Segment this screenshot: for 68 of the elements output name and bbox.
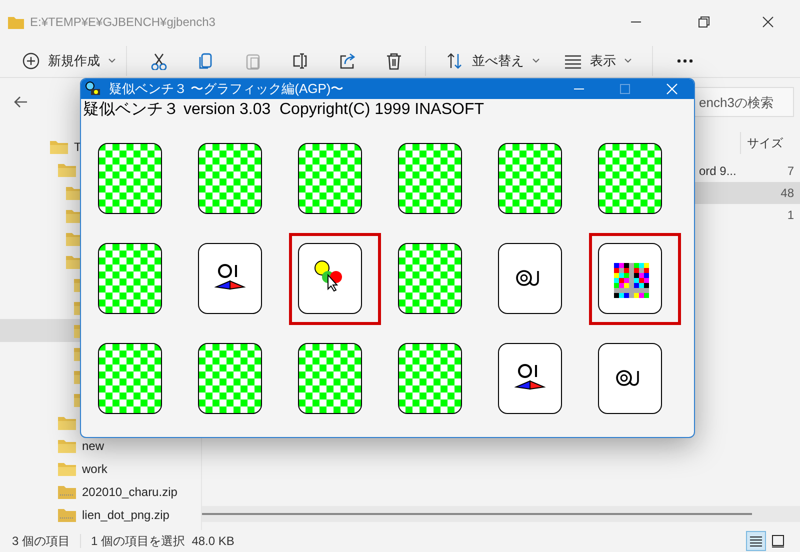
face-down-card[interactable] <box>298 142 362 214</box>
tree-item-label[interactable]: new <box>82 436 104 454</box>
scrollbar-thumb[interactable] <box>202 513 752 515</box>
sort-icon <box>446 52 464 70</box>
scissors-icon[interactable] <box>150 52 168 70</box>
square-icon <box>771 534 785 548</box>
tree-item[interactable]: lien_dot_png.zip <box>0 503 201 526</box>
caret-icon <box>108 58 116 63</box>
file-size: 7 <box>787 163 794 180</box>
rings-card[interactable] <box>598 342 662 414</box>
folder-icon <box>50 140 68 154</box>
caret-icon <box>624 58 632 63</box>
sort-button[interactable]: 並べ替え <box>444 46 542 76</box>
folder-icon <box>8 16 24 28</box>
zip-folder-icon <box>58 484 76 498</box>
back-arrow-icon[interactable] <box>14 96 28 108</box>
tree-item-label[interactable]: lien_dot_png.zip <box>82 506 170 524</box>
close-icon[interactable] <box>762 16 774 28</box>
selection-info: 1 個の項目を選択 48.0 KB <box>91 533 234 550</box>
tree-item-label[interactable]: work <box>82 460 108 478</box>
trash-icon[interactable] <box>384 52 402 70</box>
face-down-card[interactable] <box>98 142 162 214</box>
rename-icon[interactable] <box>290 52 308 70</box>
face-down-card[interactable] <box>198 142 262 214</box>
new-button[interactable]: 新規作成 <box>20 46 118 76</box>
balloon-card[interactable] <box>298 242 362 314</box>
version-text: 疑似ベンチ３ version 3.03 Copyright(C) 1999 INASOFT <box>82 100 486 120</box>
window-title: 疑似ベンチ３ 〜グラフィック編(AGP)〜 <box>109 80 344 98</box>
share-icon[interactable] <box>338 52 356 70</box>
item-count: 3 個の項目 <box>12 533 70 550</box>
face-down-card[interactable] <box>398 342 462 414</box>
tree-item-label[interactable]: 202010_charu.zip <box>82 482 178 500</box>
folder-icon <box>58 162 76 176</box>
tree-item-label[interactable]: T <box>74 138 82 156</box>
tree-item[interactable]: T <box>0 135 201 158</box>
face-down-card[interactable] <box>498 142 562 214</box>
bowtie-card[interactable] <box>498 342 562 414</box>
file-name: ord 9... <box>699 163 736 180</box>
window-title: E:¥TEMP¥E¥GJBENCH¥gjbench3 <box>30 14 216 31</box>
folder-icon <box>58 416 76 430</box>
list-icon <box>749 534 763 548</box>
maximize-icon <box>620 84 630 94</box>
face-down-card[interactable] <box>98 342 162 414</box>
face-down-card[interactable] <box>398 242 462 314</box>
app-icon <box>85 80 101 97</box>
face-down-card[interactable] <box>98 242 162 314</box>
tree-item[interactable]: work <box>0 457 201 480</box>
folder-icon <box>58 438 76 452</box>
file-size: 48 <box>780 185 794 202</box>
plus-icon <box>22 52 40 70</box>
tree-item[interactable]: new <box>0 434 201 457</box>
details-view-button[interactable] <box>746 531 766 551</box>
view-button[interactable]: 表示 <box>562 46 634 76</box>
face-down-card[interactable] <box>298 342 362 414</box>
face-down-card[interactable] <box>398 142 462 214</box>
tree-item[interactable]: 202010_charu.zip <box>0 480 201 503</box>
copy-icon[interactable] <box>196 52 214 70</box>
file-size: 1 <box>787 207 794 224</box>
column-header[interactable]: サイズ <box>747 134 783 152</box>
bowtie-card[interactable] <box>198 242 262 314</box>
caret-icon <box>532 58 540 63</box>
folder-icon <box>58 462 76 476</box>
face-down-card[interactable] <box>198 342 262 414</box>
rings-card[interactable] <box>498 242 562 314</box>
face-down-card[interactable] <box>598 142 662 214</box>
zip-folder-icon <box>58 508 76 522</box>
restore-icon[interactable] <box>698 16 710 28</box>
mosaic-card[interactable] <box>598 242 662 314</box>
